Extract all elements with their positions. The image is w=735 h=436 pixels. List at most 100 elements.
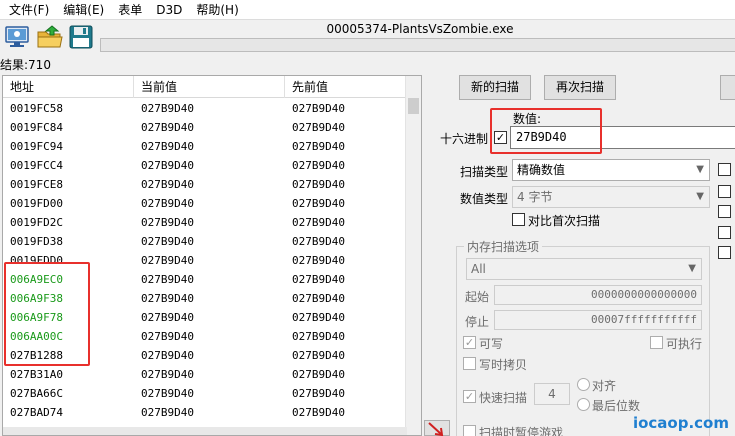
current-value-cell: 027B9D40: [141, 121, 194, 134]
previous-value-cell: 027B9D40: [292, 368, 345, 381]
align-radio[interactable]: [577, 378, 590, 391]
floppy-disk-icon: [69, 25, 93, 52]
table-row[interactable]: 0019FCC4 027B9D40 027B9D40: [3, 156, 407, 175]
menu-edit[interactable]: 编辑(E): [56, 0, 111, 20]
previous-value-cell: 027B9D40: [292, 102, 345, 115]
stop-address-label: 停止: [465, 315, 490, 329]
copy-on-write-checkbox[interactable]: [463, 357, 476, 370]
table-row[interactable]: 0019FD2C 027B9D40 027B9D40: [3, 213, 407, 232]
menu-d3d[interactable]: D3D: [149, 0, 189, 20]
current-value-cell: 027B9D40: [141, 159, 194, 172]
add-to-table-button[interactable]: [424, 420, 450, 436]
table-row[interactable]: 027BAD74 027B9D40 027B9D40: [3, 403, 407, 422]
option-checkbox-3[interactable]: [718, 205, 731, 218]
annotation-box-addresses: [4, 262, 90, 366]
menu-help[interactable]: 帮助(H): [189, 0, 245, 20]
previous-value-cell: 027B9D40: [292, 235, 345, 248]
fast-scan-input[interactable]: 4: [534, 383, 570, 405]
pause-game-checkbox[interactable]: [463, 425, 476, 436]
check-icon: ✓: [464, 336, 475, 349]
table-row[interactable]: 0019FC94 027B9D40 027B9D40: [3, 137, 407, 156]
chevron-down-icon: ▼: [696, 191, 704, 202]
next-scan-button[interactable]: 再次扫描: [544, 75, 616, 100]
align-label: 对齐: [592, 379, 617, 393]
computer-icon: [5, 25, 29, 51]
compare-first-label: 对比首次扫描: [528, 214, 601, 228]
chevron-down-icon: ▼: [696, 164, 704, 175]
memory-region-value: All: [471, 262, 486, 276]
table-row[interactable]: 0019FC84 027B9D40 027B9D40: [3, 118, 407, 137]
scan-type-select[interactable]: 精确数值 ▼: [512, 159, 710, 181]
pause-game-label: 扫描时暂停游戏: [479, 426, 564, 436]
previous-value-cell: 027B9D40: [292, 330, 345, 343]
current-value-cell: 027B9D40: [141, 292, 194, 305]
last-digits-radio[interactable]: [577, 398, 590, 411]
open-file-button[interactable]: [35, 24, 65, 52]
current-value-cell: 027B9D40: [141, 368, 194, 381]
previous-value-cell: 027B9D40: [292, 178, 345, 191]
previous-value-cell: 027B9D40: [292, 197, 345, 210]
value-type-label: 数值类型: [460, 192, 509, 206]
table-row[interactable]: 0019FD00 027B9D40 027B9D40: [3, 194, 407, 213]
executable-checkbox[interactable]: [650, 336, 663, 349]
undo-scan-button[interactable]: [720, 75, 735, 100]
hex-label: 十六进制: [440, 132, 489, 146]
memory-options-title: 内存扫描选项: [464, 238, 543, 255]
table-row[interactable]: 027BA66C 027B9D40 027B9D40: [3, 384, 407, 403]
current-value-cell: 027B9D40: [141, 140, 194, 153]
previous-value-cell: 027B9D40: [292, 140, 345, 153]
address-cell: 027BAD74: [10, 406, 63, 419]
address-cell: 0019FD38: [10, 235, 63, 248]
table-row[interactable]: 0019FD38 027B9D40 027B9D40: [3, 232, 407, 251]
table-row[interactable]: 0019FC58 027B9D40 027B9D40: [3, 99, 407, 118]
list-vertical-scrollbar[interactable]: [405, 76, 421, 435]
fast-scan-label: 快速扫描: [479, 391, 528, 405]
table-row[interactable]: 027B31A0 027B9D40 027B9D40: [3, 365, 407, 384]
option-checkbox-4[interactable]: [718, 226, 731, 239]
menu-file[interactable]: 文件(F): [2, 0, 56, 20]
start-address-input[interactable]: 0000000000000000: [494, 285, 702, 305]
save-file-button[interactable]: [66, 24, 96, 52]
option-checkbox-2[interactable]: [718, 185, 731, 198]
option-checkbox-5[interactable]: [718, 246, 731, 259]
column-previous-value[interactable]: 先前值: [285, 76, 407, 98]
stop-address-input[interactable]: 00007fffffffffff: [494, 310, 702, 330]
value-type-select[interactable]: 4 字节 ▼: [512, 186, 710, 208]
check-icon: ✓: [464, 390, 475, 403]
select-process-button[interactable]: [2, 24, 32, 52]
current-value-cell: 027B9D40: [141, 349, 194, 362]
current-value-cell: 027B9D40: [141, 406, 194, 419]
address-cell: 0019FD2C: [10, 216, 63, 229]
address-list[interactable]: 地址 当前值 先前值 0019FC58 027B9D40 027B9D40 0019F…: [2, 75, 422, 436]
address-cell: 0019FC94: [10, 140, 63, 153]
writable-checkbox[interactable]: ✓: [463, 336, 476, 349]
option-checkbox-1[interactable]: [718, 163, 731, 176]
column-address[interactable]: 地址: [3, 76, 134, 98]
current-value-cell: 027B9D40: [141, 235, 194, 248]
address-cell: 0019FCE8: [10, 178, 63, 191]
scrollbar-thumb[interactable]: [408, 98, 419, 114]
watermark: iocaop.com: [632, 414, 729, 432]
previous-value-cell: 027B9D40: [292, 159, 345, 172]
previous-value-cell: 027B9D40: [292, 406, 345, 419]
column-current-value[interactable]: 当前值: [134, 76, 285, 98]
address-cell: 0019FCC4: [10, 159, 63, 172]
arrow-down-right-icon: [425, 422, 449, 436]
previous-value-cell: 027B9D40: [292, 121, 345, 134]
fast-scan-checkbox[interactable]: ✓: [463, 390, 476, 403]
annotation-box-value: [490, 108, 602, 154]
compare-first-checkbox[interactable]: [512, 213, 525, 226]
new-scan-button[interactable]: 新的扫描: [459, 75, 531, 100]
list-rows: 0019FC58 027B9D40 027B9D40 0019FC84 027B9D40…: [3, 99, 407, 422]
scan-type-value: 精确数值: [517, 163, 566, 177]
table-row[interactable]: 0019FCE8 027B9D40 027B9D40: [3, 175, 407, 194]
copy-on-write-label: 写时拷贝: [479, 358, 528, 372]
scan-type-label: 扫描类型: [460, 165, 509, 179]
current-value-cell: 027B9D40: [141, 387, 194, 400]
menu-table[interactable]: 表单: [111, 0, 149, 20]
start-address-label: 起始: [465, 290, 490, 304]
memory-region-select[interactable]: All ▼: [466, 258, 702, 280]
list-horizontal-scrollbar[interactable]: [3, 427, 407, 435]
process-title: 00005374-PlantsVsZombie.exe: [326, 22, 514, 36]
current-value-cell: 027B9D40: [141, 102, 194, 115]
